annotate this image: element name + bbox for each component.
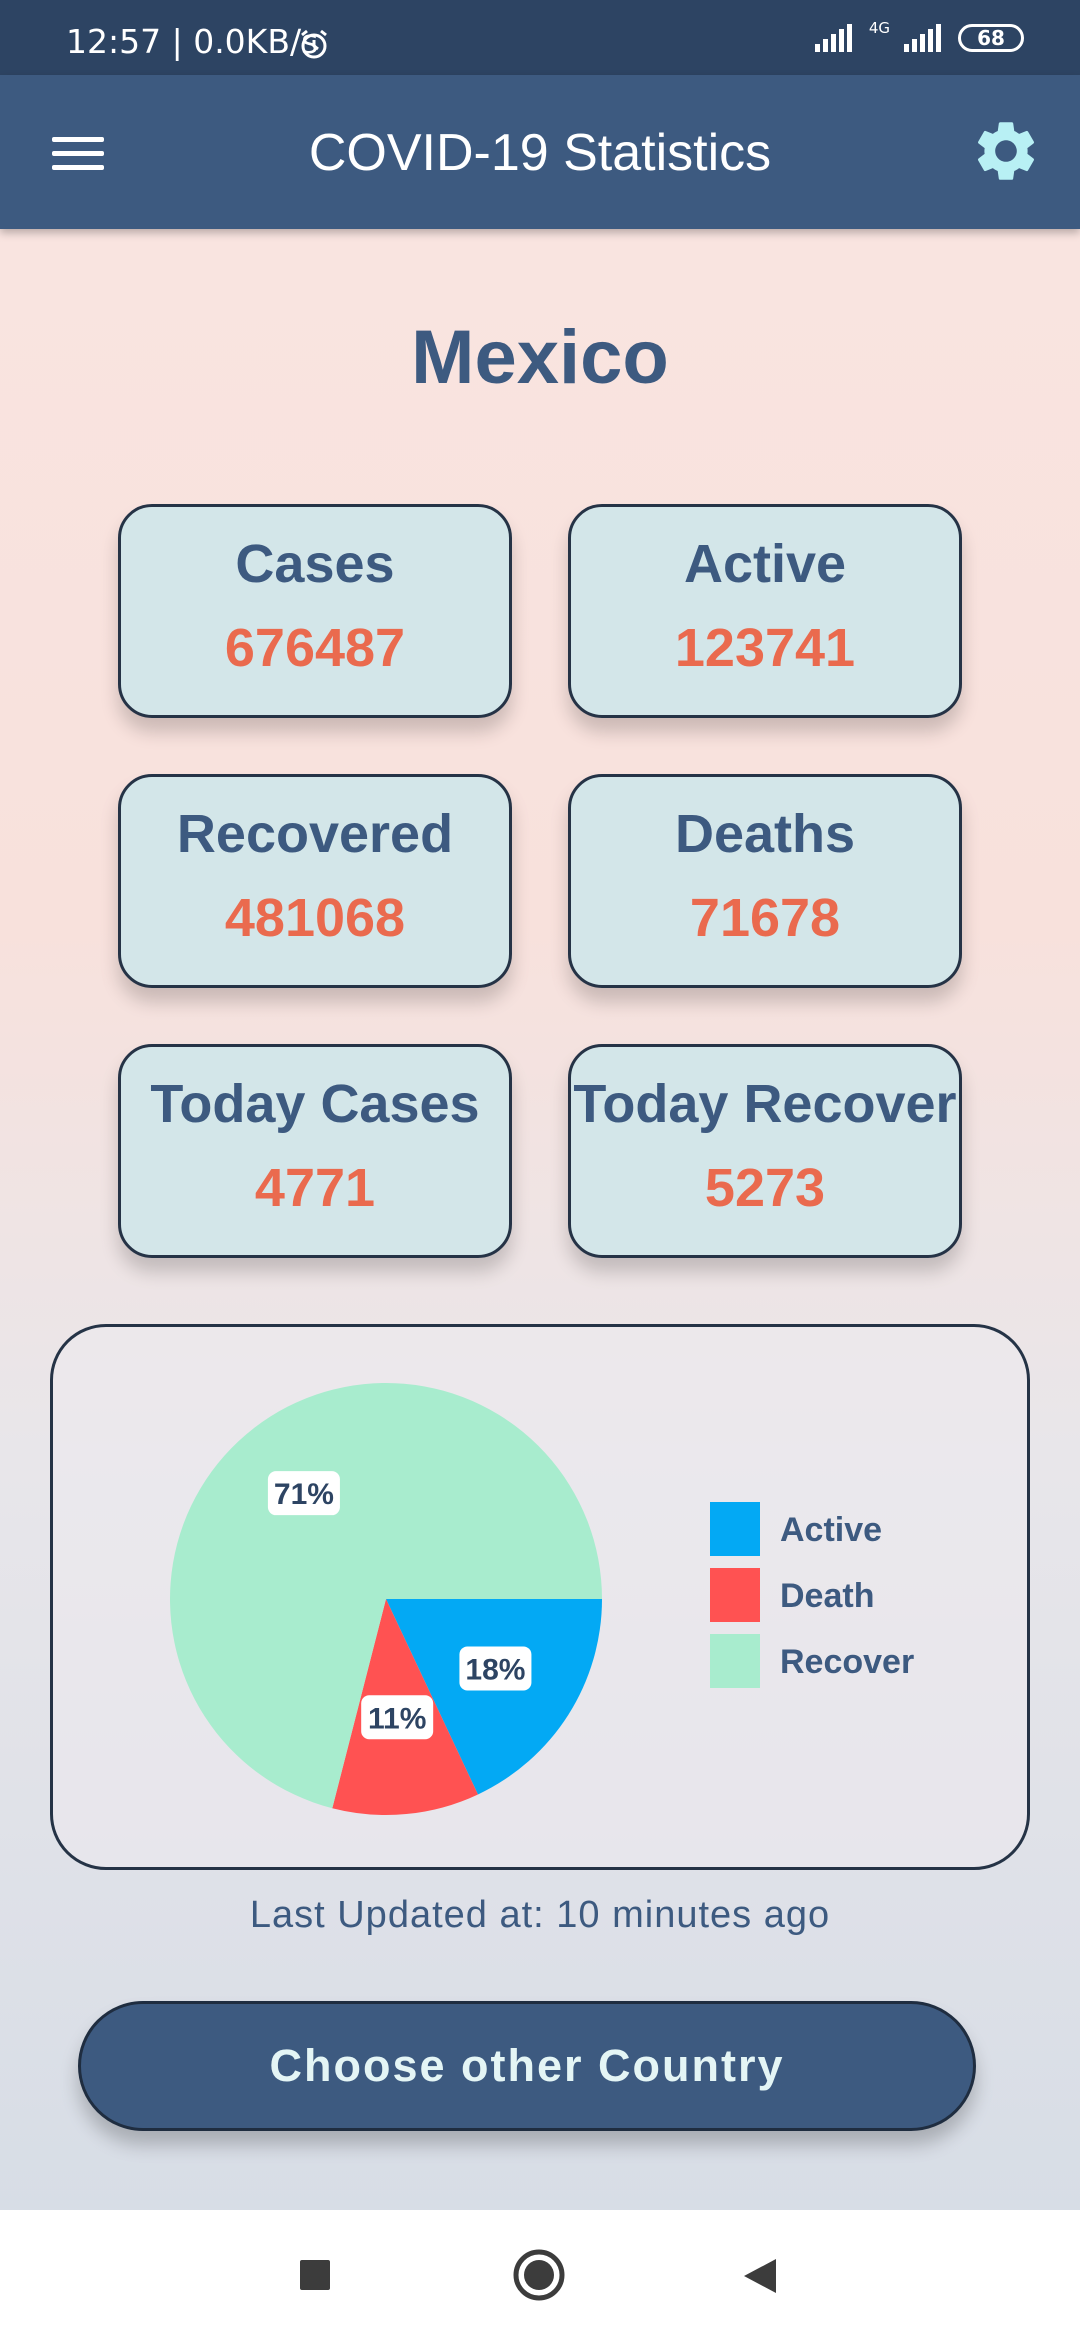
alarm-icon (301, 29, 327, 59)
status-bar: 12:57 | 0.0KB/s 4G 68 (0, 0, 1080, 75)
signal-icon (814, 24, 852, 52)
stat-card-today-cases: Today Cases 4771 (118, 1044, 512, 1258)
stat-value: 481068 (224, 888, 406, 948)
legend-swatch-death (710, 1568, 760, 1622)
pie-value-label: 11% (361, 1695, 434, 1740)
stat-value: 123741 (674, 618, 856, 678)
legend-label-death: Death (780, 1577, 874, 1615)
app-bar: COVID-19 Statistics (0, 75, 1080, 229)
circle-home-icon[interactable] (512, 2248, 566, 2302)
battery-level: 68 (977, 26, 1005, 50)
stat-card-cases: Cases 676487 (118, 504, 512, 718)
legend-swatch-active (710, 1502, 760, 1556)
battery-icon: 68 (958, 24, 1024, 52)
choose-country-button[interactable]: Choose other Country (78, 2001, 976, 2131)
stat-card-deaths: Deaths 71678 (568, 774, 962, 988)
legend-label-active: Active (780, 1511, 882, 1549)
stat-value: 4771 (254, 1158, 376, 1218)
signal-icon-2 (904, 24, 941, 52)
svg-text:11%: 11% (368, 1702, 426, 1735)
gear-icon[interactable] (970, 115, 1042, 187)
svg-text:18%: 18% (465, 1653, 525, 1686)
app-title: COVID-19 Statistics (308, 124, 772, 182)
legend-label-recover: Recover (780, 1643, 914, 1681)
stat-label: Today Cases (150, 1074, 480, 1134)
stat-value: 676487 (224, 618, 406, 678)
system-nav-bar (0, 2210, 1080, 2340)
stat-card-active: Active 123741 (568, 504, 962, 718)
status-indicators: 4G 68 (814, 18, 1024, 58)
pie-chart-panel: 18% 11% 71% Active Death Recover (50, 1324, 1030, 1870)
triangle-back-icon[interactable] (740, 2256, 780, 2296)
pie-value-label: 18% (459, 1646, 532, 1691)
main-content: Mexico Cases 676487 Active 123741 Recove… (0, 229, 1080, 2210)
country-title: Mexico (411, 315, 669, 400)
pie-value-label: 71% (267, 1471, 340, 1516)
svg-text:71%: 71% (274, 1478, 334, 1511)
stat-label: Cases (235, 534, 395, 594)
stat-value: 5273 (704, 1158, 826, 1218)
last-updated-text: Last Updated at: 10 minutes ago (249, 1894, 831, 1936)
stat-card-recovered: Recovered 481068 (118, 774, 512, 988)
stat-card-today-recover: Today Recover 5273 (568, 1044, 962, 1258)
legend-swatch-recover (710, 1634, 760, 1688)
pie-chart: 18% 11% 71% Active Death Recover (170, 1383, 914, 1815)
stat-label: Active (683, 534, 847, 594)
network-type-label: 4G (868, 19, 890, 37)
status-time: 12:57 | 0.0KB/s (66, 22, 319, 61)
square-recents-icon[interactable] (298, 2258, 332, 2292)
stat-label: Recovered (176, 804, 454, 864)
stat-label: Today Recover (573, 1074, 957, 1134)
stat-label: Deaths (674, 804, 856, 864)
stat-value: 71678 (689, 888, 841, 948)
